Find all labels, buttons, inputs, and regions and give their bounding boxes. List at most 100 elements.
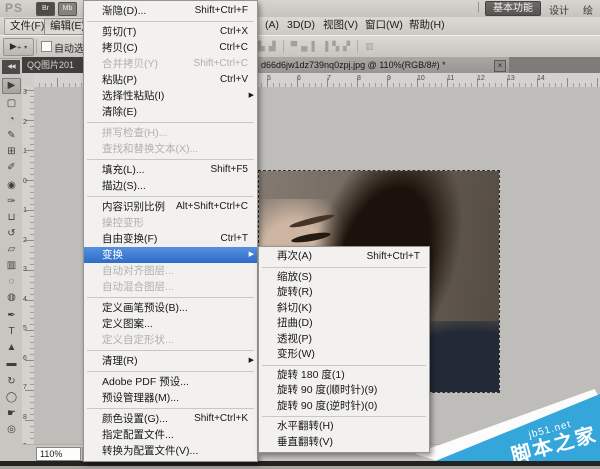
menu-item-label: 拼写检查(H)... bbox=[102, 125, 167, 141]
mini-bridge-button[interactable]: Mb bbox=[58, 2, 77, 16]
tab-background-document[interactable]: QQ图片201 bbox=[22, 57, 91, 73]
jb51-watermark: jb51.net 脚本之家 bbox=[415, 389, 600, 461]
quick-selection-tool-icon[interactable]: ✎ bbox=[2, 128, 21, 144]
auto-select-label: 自动选 bbox=[54, 40, 84, 55]
menubar-item[interactable]: (A) bbox=[260, 18, 284, 33]
tools-panel-collapse-button[interactable]: ◀◀ bbox=[2, 60, 20, 74]
shape-tool-icon[interactable]: ▬ bbox=[2, 356, 21, 372]
menu-item-label: 指定配置文件... bbox=[102, 427, 174, 443]
menu-item[interactable]: 旋转 90 度(顺时针)(9) bbox=[259, 383, 429, 399]
menu-item[interactable]: 粘贴(P)Ctrl+V bbox=[84, 72, 257, 88]
lasso-tool-icon[interactable]: ◔ bbox=[2, 112, 21, 128]
auto-select-checkbox[interactable] bbox=[41, 41, 52, 52]
brush-tool-icon[interactable]: ✑ bbox=[2, 194, 21, 210]
move-tool-preset-icon[interactable]: ▶₊ ▾ bbox=[3, 38, 34, 56]
menu-item[interactable]: 旋转 90 度(逆时针)(0) bbox=[259, 399, 429, 415]
menu-separator bbox=[87, 297, 254, 298]
align-icon: ▄ bbox=[301, 40, 307, 53]
ruler-number: 11 bbox=[447, 75, 454, 82]
options-separator bbox=[357, 40, 358, 53]
type-tool-icon[interactable]: T bbox=[2, 324, 21, 340]
menu-item-shortcut: Shift+F5 bbox=[210, 162, 248, 178]
menu-item-label: 剪切(T) bbox=[102, 24, 136, 40]
menu-item[interactable]: 定义画笔预设(B)... bbox=[84, 300, 257, 316]
menu-item[interactable]: 透视(P) bbox=[259, 332, 429, 348]
menu-item[interactable]: 拷贝(C)Ctrl+C bbox=[84, 40, 257, 56]
history-brush-tool-icon[interactable]: ↺ bbox=[2, 226, 21, 242]
ruler-number: 7 bbox=[327, 75, 331, 82]
3d-orbit-tool-icon[interactable]: ◯ bbox=[2, 390, 21, 406]
healing-brush-tool-icon[interactable]: ◉ bbox=[2, 178, 21, 194]
hand-tool-icon[interactable]: ☛ bbox=[2, 406, 21, 422]
gradient-tool-icon[interactable]: ▥ bbox=[2, 258, 21, 274]
workspace-design-button[interactable]: 设计 bbox=[549, 2, 569, 17]
close-icon[interactable]: × bbox=[494, 60, 506, 72]
menu-item[interactable]: 渐隐(D)...Shift+Ctrl+F bbox=[84, 3, 257, 19]
menubar-item[interactable]: 3D(D) bbox=[282, 18, 320, 33]
path-selection-tool-icon[interactable]: ▲ bbox=[2, 340, 21, 356]
menu-item[interactable]: 自由变换(F)Ctrl+T bbox=[84, 231, 257, 247]
menu-item[interactable]: 扭曲(D) bbox=[259, 316, 429, 332]
blur-tool-icon[interactable]: ◌ bbox=[2, 274, 21, 290]
ruler-number: 14 bbox=[537, 75, 545, 82]
menu-item[interactable]: 水平翻转(H) bbox=[259, 419, 429, 435]
menu-item-shortcut: Shift+Ctrl+T bbox=[367, 249, 420, 265]
menu-item[interactable]: 预设管理器(M)... bbox=[84, 390, 257, 406]
menu-item[interactable]: 旋转(R) bbox=[259, 285, 429, 301]
menu-separator bbox=[87, 408, 254, 409]
menu-item[interactable]: 缩放(S) bbox=[259, 270, 429, 286]
eraser-tool-icon[interactable]: ▱ bbox=[2, 242, 21, 258]
menu-item[interactable]: 定义图案... bbox=[84, 316, 257, 332]
menu-item[interactable]: 斜切(K) bbox=[259, 301, 429, 317]
clone-stamp-tool-icon[interactable]: ⊔ bbox=[2, 210, 21, 226]
menu-item[interactable]: 清除(E) bbox=[84, 104, 257, 120]
menubar-item[interactable]: 帮助(H) bbox=[404, 18, 450, 33]
workspace-basic-button[interactable]: 基本功能 bbox=[485, 1, 541, 16]
submenu-arrow-icon: ▶ bbox=[249, 88, 254, 104]
menu-item[interactable]: 清理(R)▶ bbox=[84, 353, 257, 369]
menu-item[interactable]: 填充(L)...Shift+F5 bbox=[84, 162, 257, 178]
ruler-number: 3 bbox=[23, 266, 27, 273]
dodge-tool-icon[interactable]: ◍ bbox=[2, 290, 21, 306]
menu-item[interactable]: 垂直翻转(V) bbox=[259, 435, 429, 451]
move-icon: ▶₊ bbox=[10, 41, 22, 51]
menu-item[interactable]: 变换▶ bbox=[84, 247, 257, 263]
menu-item-label: 拷贝(C) bbox=[102, 40, 138, 56]
zoom-tool-icon[interactable]: ◎ bbox=[2, 422, 21, 438]
menu-item-label: 变形(W) bbox=[277, 347, 315, 363]
menubar-item[interactable]: 视图(V) bbox=[318, 18, 363, 33]
menu-item[interactable]: 转换为配置文件(V)... bbox=[84, 443, 257, 459]
menu-item[interactable]: 内容识别比例Alt+Shift+Ctrl+C bbox=[84, 199, 257, 215]
menu-item[interactable]: 指定配置文件... bbox=[84, 427, 257, 443]
ruler-number: 9 bbox=[387, 75, 391, 82]
photoshop-logo: PS bbox=[5, 1, 23, 15]
menu-item[interactable]: 颜色设置(G)...Shift+Ctrl+K bbox=[84, 411, 257, 427]
menu-item-label: 透视(P) bbox=[277, 332, 312, 348]
menu-separator bbox=[262, 416, 426, 417]
menu-item-shortcut: Alt+Shift+Ctrl+C bbox=[176, 199, 248, 215]
menu-item[interactable]: 旋转 180 度(1) bbox=[259, 368, 429, 384]
eyedropper-tool-icon[interactable]: ✐ bbox=[2, 160, 21, 176]
menu-item[interactable]: 描边(S)... bbox=[84, 178, 257, 194]
menu-item: 查找和替换文本(X)... bbox=[84, 141, 257, 157]
ruler-number: 2 bbox=[23, 237, 27, 244]
move-tool-icon[interactable]: ▶ bbox=[2, 78, 21, 94]
photoshop-window: PS Br Mb | 基本功能 设计 绘画 文件(F)编辑(E)(A)3D(D)… bbox=[0, 0, 600, 469]
zoom-level-input[interactable]: 110% bbox=[36, 447, 81, 461]
rectangular-marquee-tool-icon[interactable]: ▢ bbox=[2, 96, 21, 112]
tab-title: d66d6jw1dz739nq0zpj.jpg @ 110%(RGB/8#) * bbox=[261, 60, 446, 70]
bridge-button[interactable]: Br bbox=[36, 2, 55, 16]
crop-tool-icon[interactable]: ⊞ bbox=[2, 144, 21, 160]
menu-item[interactable]: 变形(W) bbox=[259, 347, 429, 363]
menu-item[interactable]: Adobe PDF 预设... bbox=[84, 374, 257, 390]
menubar-item[interactable]: 窗口(W) bbox=[360, 18, 408, 33]
menu-item-label: 描边(S)... bbox=[102, 178, 146, 194]
pen-tool-icon[interactable]: ✒ bbox=[2, 308, 21, 324]
tab-active-document[interactable]: d66d6jw1dz739nq0zpj.jpg @ 110%(RGB/8#) *… bbox=[256, 57, 509, 73]
menu-item-shortcut: Shift+Ctrl+F bbox=[195, 3, 248, 19]
menu-item[interactable]: 剪切(T)Ctrl+X bbox=[84, 24, 257, 40]
menu-item[interactable]: 再次(A)Shift+Ctrl+T bbox=[259, 249, 429, 265]
menu-item-label: 水平翻转(H) bbox=[277, 419, 334, 435]
3d-rotate-tool-icon[interactable]: ↻ bbox=[2, 374, 21, 390]
menu-item[interactable]: 选择性粘贴(I)▶ bbox=[84, 88, 257, 104]
